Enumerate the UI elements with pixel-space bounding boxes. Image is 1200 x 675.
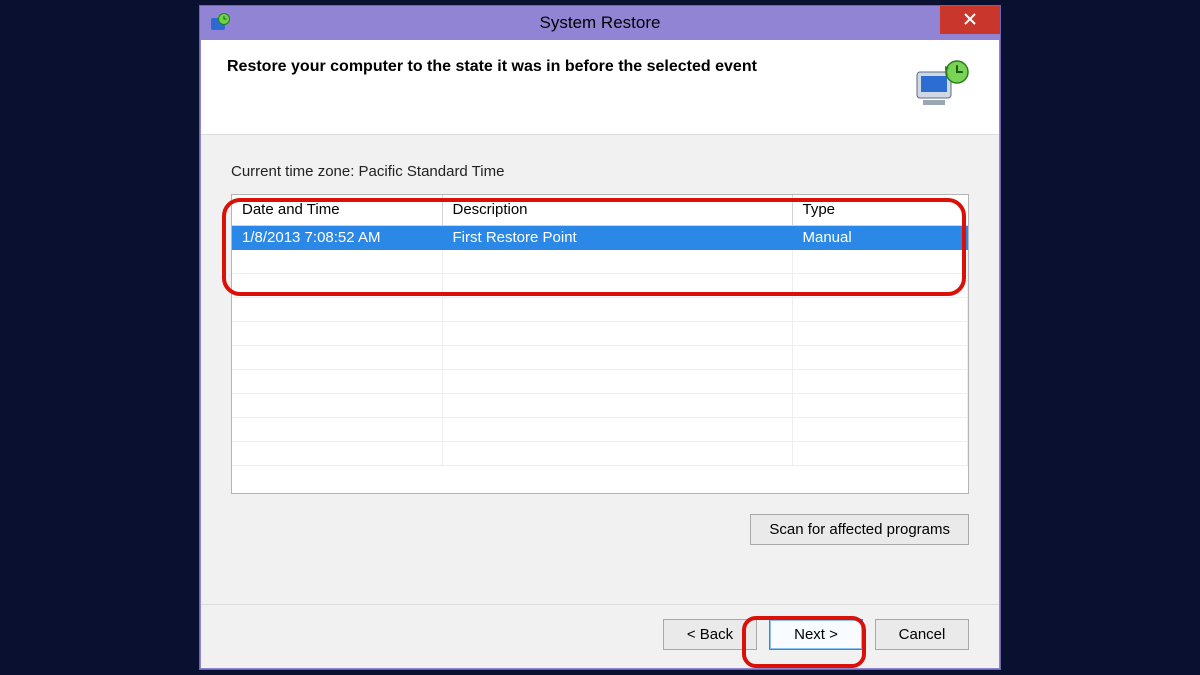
restore-points-table[interactable]: Date and Time Description Type 1/8/2013 … xyxy=(231,194,969,494)
system-restore-window: System Restore Restore your computer to … xyxy=(199,5,1001,670)
table-row: . xyxy=(232,273,968,297)
cell-datetime: 1/8/2013 7:08:52 AM xyxy=(232,225,442,249)
titlebar: System Restore xyxy=(200,6,1000,40)
wizard-footer: < Back Next > Cancel xyxy=(201,604,999,668)
cell-type: Manual xyxy=(792,225,968,249)
table-row: . xyxy=(232,249,968,273)
close-button[interactable] xyxy=(940,6,1000,34)
wizard-body: Current time zone: Pacific Standard Time… xyxy=(201,135,999,604)
table-row: . xyxy=(232,345,968,369)
col-description[interactable]: Description xyxy=(442,195,792,225)
col-type[interactable]: Type xyxy=(792,195,968,225)
wizard-header: Restore your computer to the state it wa… xyxy=(201,40,999,135)
table-row: . xyxy=(232,369,968,393)
next-button[interactable]: Next > xyxy=(769,619,863,650)
table-row: . xyxy=(232,441,968,465)
timezone-label: Current time zone: Pacific Standard Time xyxy=(231,163,969,180)
close-icon xyxy=(963,10,977,31)
table-row: . xyxy=(232,417,968,441)
page-heading: Restore your computer to the state it wa… xyxy=(227,58,757,76)
cancel-button[interactable]: Cancel xyxy=(875,619,969,650)
client-area: Restore your computer to the state it wa… xyxy=(201,40,999,668)
cell-description: First Restore Point xyxy=(442,225,792,249)
scan-affected-button[interactable]: Scan for affected programs xyxy=(750,514,969,545)
table-row: . xyxy=(232,297,968,321)
restore-hero-icon xyxy=(913,58,973,108)
col-datetime[interactable]: Date and Time xyxy=(232,195,442,225)
window-title: System Restore xyxy=(200,13,1000,33)
back-button[interactable]: < Back xyxy=(663,619,757,650)
restore-point-row[interactable]: 1/8/2013 7:08:52 AM First Restore Point … xyxy=(232,225,968,249)
table-row: . xyxy=(232,393,968,417)
system-restore-icon xyxy=(210,13,230,33)
table-row: . xyxy=(232,321,968,345)
